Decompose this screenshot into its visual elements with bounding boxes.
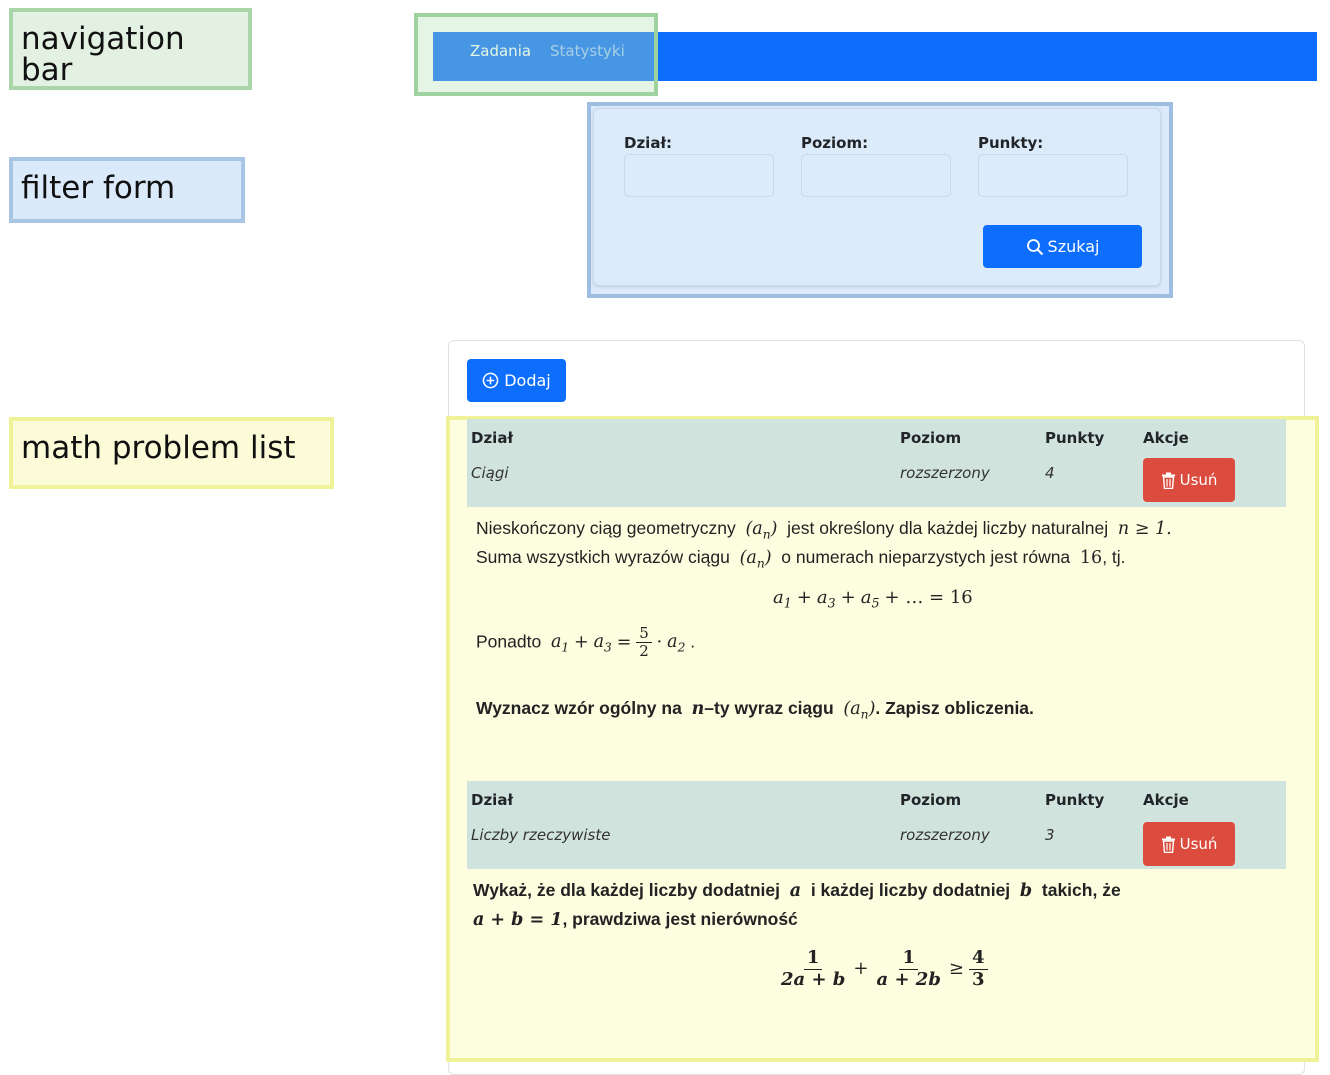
punkty-input[interactable] bbox=[978, 154, 1128, 197]
problem-inequality: 1 2a + b + 1a + 2b ≥ 43 bbox=[778, 947, 988, 990]
problem-text-line: Nieskończony ciąg geometryczny (an) jest… bbox=[476, 518, 1172, 542]
problem-task-line: a + b = 1, prawdziwa jest nierówność bbox=[473, 909, 798, 930]
search-button[interactable]: Szukaj bbox=[983, 225, 1142, 268]
problem-text-line: Ponadto a1 + a3 = 52 · a2 . bbox=[476, 624, 696, 661]
col-header-dzial: Dział bbox=[471, 429, 514, 447]
add-button-label: Dodaj bbox=[504, 371, 551, 390]
problem-text-line: Suma wszystkich wyrazów ciągu (an) o num… bbox=[476, 547, 1126, 571]
legend-filter-form: filter form bbox=[9, 157, 245, 223]
problem-punkty-value: 4 bbox=[1045, 464, 1055, 482]
poziom-label: Poziom: bbox=[801, 134, 869, 152]
problem-task-line: Wykaż, że dla każdej liczby dodatniej a … bbox=[473, 880, 1121, 901]
filter-form: Dział: Poziom: Punkty: Szukaj bbox=[593, 108, 1161, 286]
legend-navigation-bar: navigation bar bbox=[9, 8, 252, 90]
poziom-input[interactable] bbox=[801, 154, 951, 197]
delete-problem-button[interactable]: Usuń bbox=[1143, 822, 1235, 866]
dzial-input[interactable] bbox=[624, 154, 774, 197]
delete-button-label: Usuń bbox=[1179, 835, 1218, 853]
plus-circle-icon bbox=[482, 372, 499, 389]
problem-poziom-value: rozszerzony bbox=[900, 826, 990, 844]
dzial-label: Dział: bbox=[624, 134, 673, 152]
col-header-punkty: Punkty bbox=[1045, 791, 1105, 809]
col-header-dzial: Dział bbox=[471, 791, 514, 809]
problem-header-row: Dział Poziom Punkty Akcje Ciągi rozszerz… bbox=[467, 419, 1286, 507]
delete-button-label: Usuń bbox=[1179, 471, 1218, 489]
punkty-label: Punkty: bbox=[978, 134, 1044, 152]
delete-problem-button[interactable]: Usuń bbox=[1143, 458, 1235, 502]
problem-dzial-value: Liczby rzeczywiste bbox=[471, 826, 611, 844]
search-button-label: Szukaj bbox=[1047, 237, 1100, 256]
legend-math-problem-list: math problem list bbox=[9, 417, 334, 489]
col-header-akcje: Akcje bbox=[1143, 429, 1189, 447]
problem-task-line: Wyznacz wzór ogólny na n–ty wyraz ciągu … bbox=[476, 698, 1034, 722]
trash-icon bbox=[1161, 472, 1175, 489]
col-header-punkty: Punkty bbox=[1045, 429, 1105, 447]
problem-dzial-value: Ciągi bbox=[471, 464, 509, 482]
trash-icon bbox=[1161, 836, 1175, 853]
navigation-bar-highlight bbox=[414, 13, 658, 96]
col-header-poziom: Poziom bbox=[900, 429, 962, 447]
problem-punkty-value: 3 bbox=[1045, 826, 1055, 844]
problem-equation: a1 + a3 + a5 + … = 16 bbox=[773, 587, 973, 611]
add-problem-button[interactable]: Dodaj bbox=[467, 359, 566, 402]
col-header-poziom: Poziom bbox=[900, 791, 962, 809]
search-icon bbox=[1026, 238, 1043, 255]
col-header-akcje: Akcje bbox=[1143, 791, 1189, 809]
problem-header-row: Dział Poziom Punkty Akcje Liczby rzeczyw… bbox=[467, 781, 1286, 869]
problem-poziom-value: rozszerzony bbox=[900, 464, 990, 482]
